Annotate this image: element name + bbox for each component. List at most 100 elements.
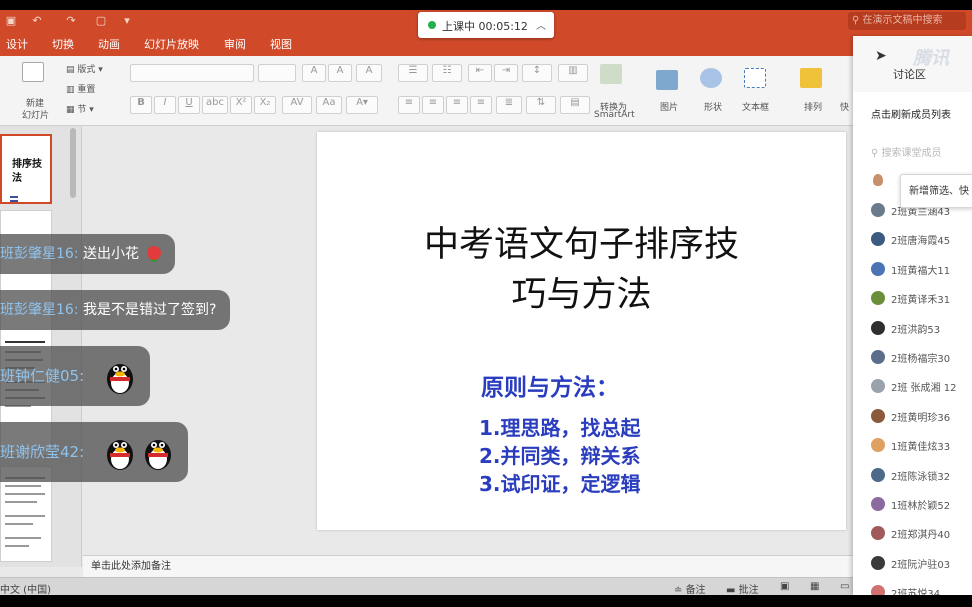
save-icon[interactable]: ▣ [4, 14, 18, 27]
member-name: 2班唐海霞45 [891, 236, 951, 248]
text-direction-button[interactable]: ⇅ [526, 96, 556, 114]
convert-smartart-label-2[interactable]: SmartArt [594, 110, 635, 120]
slide-title[interactable]: 中考语文句子排序技 巧与方法 [317, 220, 846, 320]
new-slide-label-2[interactable]: 幻灯片 [22, 108, 49, 121]
align-text-button[interactable]: ▤ [560, 96, 590, 114]
feature-tooltip: 新增筛选、快 [900, 174, 972, 208]
arrange-icon[interactable] [800, 68, 822, 88]
normal-view-icon[interactable]: ▣ [780, 581, 789, 592]
slide-list-item[interactable]: 2.并同类，辩关系 [479, 440, 641, 469]
textbox-icon[interactable] [744, 68, 766, 88]
shape-icon[interactable] [700, 68, 722, 88]
layout-button[interactable]: ▤ 版式 ▾ [66, 62, 103, 75]
slide-list-item[interactable]: 3.试印证，定逻辑 [479, 468, 641, 497]
decrease-indent-button[interactable]: ⇤ [468, 64, 492, 82]
align-right-button[interactable]: ≡ [446, 96, 468, 114]
font-family-select[interactable] [130, 64, 254, 82]
distributed-button[interactable]: ≣ [496, 96, 522, 114]
columns-button[interactable]: ▥ [558, 64, 588, 82]
live-dot-icon [428, 21, 436, 29]
flower-icon [147, 246, 162, 260]
bold-button[interactable]: B [130, 96, 152, 114]
chevron-up-icon[interactable]: ︿ [536, 17, 546, 32]
arrange-label[interactable]: 排列 [804, 100, 822, 113]
chat-bubble: 班彭肇星16: 我是不是错过了签到? [0, 290, 231, 330]
class-status-pill[interactable]: 上课中 00:05:12 ︿ [418, 12, 554, 38]
comment-icon: ▬ [726, 585, 739, 595]
shape-label[interactable]: 形状 [704, 100, 722, 113]
subscript-button[interactable]: X₂ [254, 96, 276, 114]
member-avatar [871, 320, 885, 335]
slide-list-item[interactable]: 1.理思路，找总起 [479, 412, 641, 441]
member-avatar [871, 408, 885, 423]
tab-design[interactable]: 设计 [6, 36, 28, 52]
tab-animations[interactable]: 动画 [98, 36, 120, 52]
section-label: 节 [77, 105, 87, 115]
class-timer: 00:05:12 [478, 20, 528, 33]
chat-sender: 班彭肇星16: [0, 302, 79, 318]
refresh-member-list-button[interactable]: 点击刷新成员列表 [871, 106, 951, 121]
notes-toggle-label: 备注 [685, 585, 706, 595]
member-name: 2班陈泳锁32 [891, 471, 951, 483]
quick-styles-label[interactable]: 快 [840, 100, 849, 113]
picture-icon[interactable] [656, 70, 678, 90]
member-name: 2班黄明珍36 [891, 412, 951, 424]
decrease-font-button[interactable]: A [328, 64, 352, 82]
redo-icon[interactable]: ↷ [64, 14, 78, 27]
strikethrough-button[interactable]: abc [202, 96, 228, 114]
numbering-button[interactable]: ☷ [432, 64, 462, 82]
customize-toolbar-icon[interactable]: ▾ [120, 14, 134, 27]
clear-format-button[interactable]: A [356, 64, 382, 82]
discussion-title: 讨论区 [893, 68, 926, 81]
language-indicator[interactable]: 中文 (中国) [0, 581, 51, 595]
chat-message: 送出小花 [82, 246, 139, 262]
member-name: 2班 张成湘 12 [891, 383, 957, 395]
undo-icon[interactable]: ↶ [30, 14, 44, 27]
tab-review[interactable]: 审阅 [224, 36, 246, 52]
bullets-button[interactable]: ☰ [398, 64, 428, 82]
reading-view-icon[interactable]: ▭ [840, 581, 849, 592]
increase-font-button[interactable]: A [302, 64, 326, 82]
thumbnail-scrollbar[interactable] [70, 128, 76, 198]
comments-toggle[interactable]: ▬ 批注 [726, 581, 759, 595]
member-avatar [871, 291, 885, 306]
char-spacing-button[interactable]: AV [282, 96, 312, 114]
italic-button[interactable]: I [154, 96, 176, 114]
section-button[interactable]: ▦ 节 ▾ [66, 102, 94, 115]
chat-bubble: 班彭肇星16: 送出小花 [0, 234, 176, 274]
member-avatar [871, 232, 885, 247]
font-size-select[interactable] [258, 64, 296, 82]
presentation-search-input[interactable]: ⚲ 在演示文稿中搜索 [848, 12, 966, 30]
change-case-button[interactable]: Aa [316, 96, 342, 114]
slide-thumbnail-1[interactable]: 排序技 法 [0, 134, 52, 204]
justify-button[interactable]: ≡ [470, 96, 492, 114]
member-name: 2班阮沪驻03 [891, 559, 951, 571]
font-color-button[interactable]: A▾ [346, 96, 378, 114]
slide-sorter-icon[interactable]: ▦ [810, 581, 819, 592]
member-avatar [871, 261, 885, 276]
current-slide[interactable]: 中考语文句子排序技 巧与方法 原则与方法： 1.理思路，找总起 2.并同类，辩关… [317, 132, 846, 530]
tab-view[interactable]: 视图 [270, 36, 292, 52]
textbox-label[interactable]: 文本框 [742, 100, 769, 113]
increase-indent-button[interactable]: ⇥ [494, 64, 518, 82]
picture-label[interactable]: 图片 [660, 100, 678, 113]
member-search-input[interactable]: ⚲ 搜索课堂成员 [871, 144, 942, 159]
member-avatar [871, 497, 885, 511]
new-document-icon[interactable]: ▢ [94, 14, 108, 27]
align-left-button[interactable]: ≡ [398, 96, 420, 114]
tab-transitions[interactable]: 切换 [52, 36, 74, 52]
slide-subtitle[interactable]: 原则与方法： [481, 368, 619, 402]
line-spacing-button[interactable]: ↕ [522, 64, 552, 82]
superscript-button[interactable]: X² [230, 96, 252, 114]
new-slide-icon[interactable] [22, 62, 44, 82]
align-center-button[interactable]: ≡ [422, 96, 444, 114]
reset-button[interactable]: ▥ 重置 [66, 82, 95, 95]
notes-toggle[interactable]: ≐ 备注 [674, 581, 706, 595]
tab-slideshow[interactable]: 幻灯片放映 [144, 36, 199, 52]
notes-placeholder: 单击此处添加备注 [91, 561, 171, 572]
slide-editing-area: 中考语文句子排序技 巧与方法 原则与方法： 1.理思路，找总起 2.并同类，辩关… [83, 126, 853, 555]
notes-pane[interactable]: 单击此处添加备注 [83, 555, 853, 577]
teacher-avatar[interactable] [873, 174, 883, 186]
smartart-icon[interactable] [600, 64, 622, 84]
underline-button[interactable]: U [178, 96, 200, 114]
